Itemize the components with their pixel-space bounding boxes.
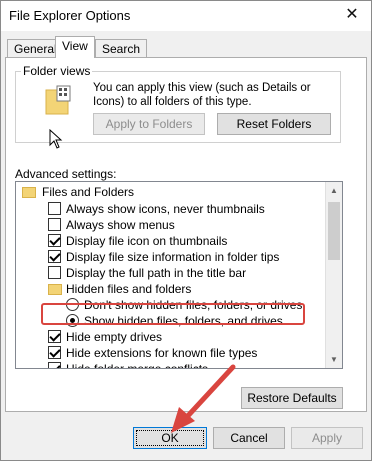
folder-icon [48, 284, 62, 295]
tab-view[interactable]: View [55, 36, 95, 58]
scroll-up-icon[interactable]: ▲ [326, 182, 342, 199]
checkbox[interactable] [48, 266, 61, 279]
checkbox[interactable] [48, 218, 61, 231]
checkbox-checked[interactable] [48, 250, 61, 263]
folder-views-icon [45, 85, 71, 115]
scrollbar-thumb[interactable] [328, 202, 340, 260]
scroll-down-icon[interactable]: ▼ [326, 351, 342, 368]
reset-folders-button[interactable]: Reset Folders [217, 113, 331, 135]
apply-to-folders-button[interactable]: Apply to Folders [93, 113, 205, 135]
mouse-cursor-icon [49, 129, 63, 149]
checkbox-checked[interactable] [48, 346, 61, 359]
checkbox-checked[interactable] [48, 330, 61, 343]
advanced-settings-tree[interactable]: Files and Folders Always show icons, nev… [15, 181, 343, 369]
vertical-scrollbar[interactable]: ▲ ▼ [325, 182, 342, 368]
checkbox-checked[interactable] [48, 362, 61, 368]
checkbox[interactable] [48, 202, 61, 215]
folder-views-description: You can apply this view (such as Details… [93, 82, 311, 108]
window-title: File Explorer Options [9, 8, 131, 23]
tab-search[interactable]: Search [95, 39, 148, 57]
close-icon[interactable]: ✕ [339, 4, 365, 26]
apply-button[interactable]: Apply [291, 427, 363, 449]
advanced-settings-label: Advanced settings: [15, 167, 117, 181]
title-bar: File Explorer Options ✕ [1, 1, 371, 31]
restore-defaults-button[interactable]: Restore Defaults [241, 387, 343, 409]
annotation-highlight-box [41, 303, 305, 325]
folder-icon [22, 187, 36, 198]
annotation-arrow-icon [171, 364, 236, 433]
checkbox-checked[interactable] [48, 234, 61, 247]
file-explorer-options-dialog: File Explorer Options ✕ General View Sea… [0, 0, 372, 461]
folder-views-label: Folder views [21, 64, 93, 78]
